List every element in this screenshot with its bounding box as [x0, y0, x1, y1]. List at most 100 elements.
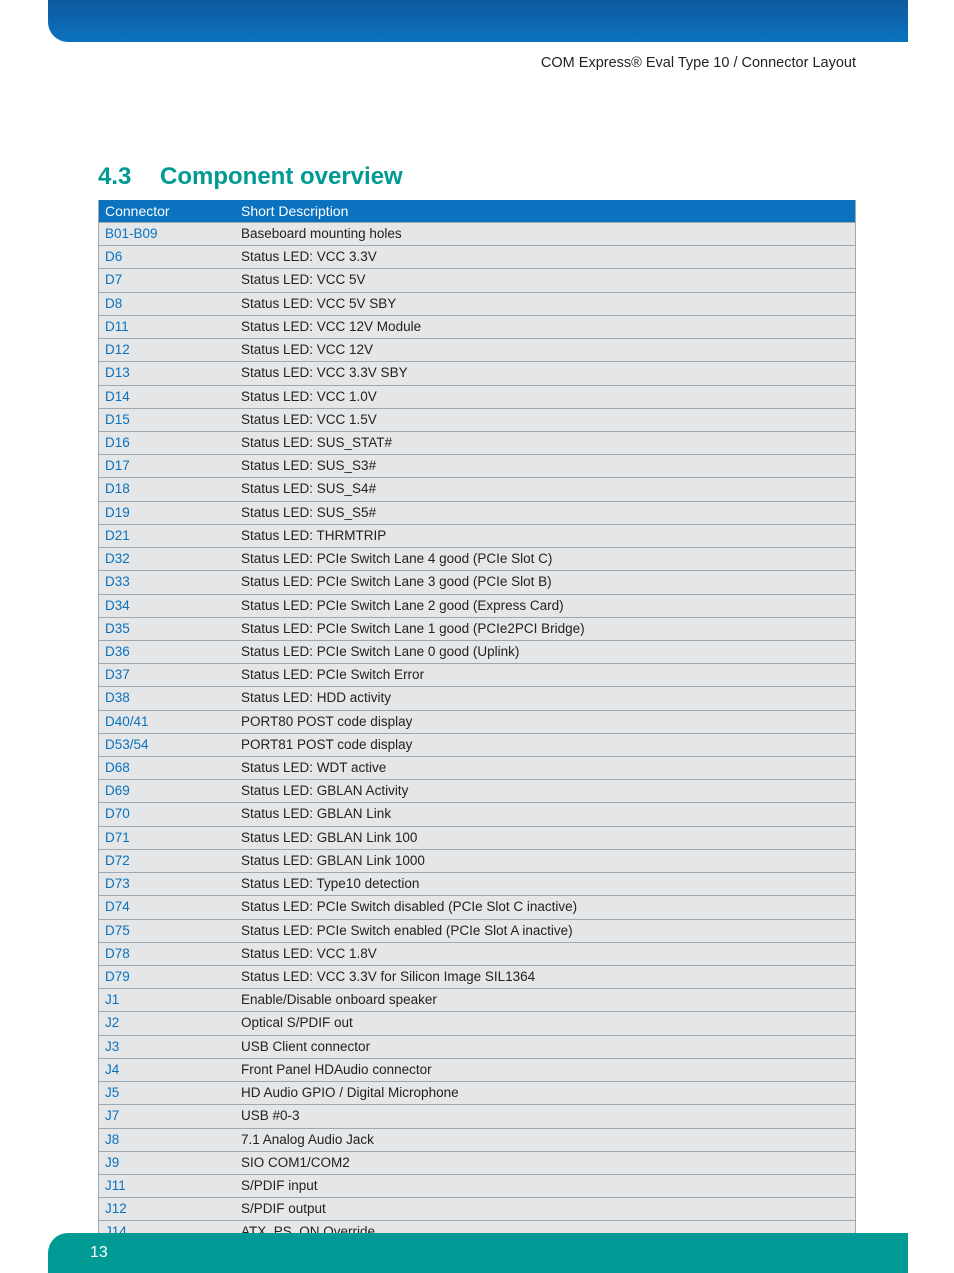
description-cell: Status LED: PCIe Switch Error [235, 664, 855, 687]
footer-bar: 13 [48, 1233, 908, 1273]
table-row: D17Status LED: SUS_S3# [99, 455, 855, 478]
table-row: J5HD Audio GPIO / Digital Microphone [99, 1082, 855, 1105]
description-cell: PORT80 POST code display [235, 710, 855, 733]
description-cell: USB #0-3 [235, 1105, 855, 1128]
table-row: D75Status LED: PCIe Switch enabled (PCIe… [99, 919, 855, 942]
connector-cell: D32 [99, 548, 235, 571]
table-row: D21Status LED: THRMTRIP [99, 524, 855, 547]
connector-cell: D38 [99, 687, 235, 710]
connector-cell: D70 [99, 803, 235, 826]
connector-cell: D73 [99, 873, 235, 896]
connector-cell: J3 [99, 1035, 235, 1058]
table-row: D78Status LED: VCC 1.8V [99, 942, 855, 965]
connector-cell: D36 [99, 640, 235, 663]
table-row: D35Status LED: PCIe Switch Lane 1 good (… [99, 617, 855, 640]
description-cell: Status LED: VCC 3.3V for Silicon Image S… [235, 966, 855, 989]
connector-cell: D35 [99, 617, 235, 640]
table-row: D7Status LED: VCC 5V [99, 269, 855, 292]
table-row: D40/41PORT80 POST code display [99, 710, 855, 733]
connector-cell: D8 [99, 292, 235, 315]
table-row: D8Status LED: VCC 5V SBY [99, 292, 855, 315]
description-cell: USB Client connector [235, 1035, 855, 1058]
table-row: D72Status LED: GBLAN Link 1000 [99, 849, 855, 872]
description-cell: Status LED: PCIe Switch disabled (PCIe S… [235, 896, 855, 919]
connector-cell: D11 [99, 315, 235, 338]
description-cell: Status LED: VCC 5V [235, 269, 855, 292]
connector-cell: J7 [99, 1105, 235, 1128]
connector-cell: D78 [99, 942, 235, 965]
connector-cell: D17 [99, 455, 235, 478]
component-table: Connector Short Description B01-B09Baseb… [98, 200, 856, 1268]
description-cell: Status LED: VCC 5V SBY [235, 292, 855, 315]
table-row: D14Status LED: VCC 1.0V [99, 385, 855, 408]
table-row: D68Status LED: WDT active [99, 757, 855, 780]
description-cell: Status LED: VCC 12V [235, 339, 855, 362]
connector-cell: D72 [99, 849, 235, 872]
description-cell: Status LED: HDD activity [235, 687, 855, 710]
connector-cell: J1 [99, 989, 235, 1012]
section-number: 4.3 [98, 163, 160, 191]
description-cell: Status LED: PCIe Switch Lane 4 good (PCI… [235, 548, 855, 571]
description-cell: 7.1 Analog Audio Jack [235, 1128, 855, 1151]
connector-cell: D34 [99, 594, 235, 617]
connector-cell: D15 [99, 408, 235, 431]
description-cell: Status LED: VCC 3.3V [235, 246, 855, 269]
table-row: D32Status LED: PCIe Switch Lane 4 good (… [99, 548, 855, 571]
connector-cell: D7 [99, 269, 235, 292]
table-row: J2Optical S/PDIF out [99, 1012, 855, 1035]
table-row: J87.1 Analog Audio Jack [99, 1128, 855, 1151]
table-row: D11Status LED: VCC 12V Module [99, 315, 855, 338]
description-cell: Status LED: SUS_S5# [235, 501, 855, 524]
table-row: D79Status LED: VCC 3.3V for Silicon Imag… [99, 966, 855, 989]
description-cell: Status LED: GBLAN Activity [235, 780, 855, 803]
description-cell: Status LED: PCIe Switch enabled (PCIe Sl… [235, 919, 855, 942]
table-row: D73Status LED: Type10 detection [99, 873, 855, 896]
connector-cell: D14 [99, 385, 235, 408]
description-cell: Enable/Disable onboard speaker [235, 989, 855, 1012]
connector-cell: D13 [99, 362, 235, 385]
description-cell: Status LED: PCIe Switch Lane 0 good (Upl… [235, 640, 855, 663]
connector-cell: D21 [99, 524, 235, 547]
table-row: D53/54PORT81 POST code display [99, 733, 855, 756]
description-cell: Status LED: PCIe Switch Lane 2 good (Exp… [235, 594, 855, 617]
description-cell: Status LED: PCIe Switch Lane 1 good (PCI… [235, 617, 855, 640]
page-number: 13 [90, 1244, 108, 1262]
description-cell: Status LED: THRMTRIP [235, 524, 855, 547]
table-row: D13Status LED: VCC 3.3V SBY [99, 362, 855, 385]
description-cell: Status LED: SUS_S4# [235, 478, 855, 501]
connector-cell: J5 [99, 1082, 235, 1105]
table-header-connector: Connector [99, 200, 235, 223]
description-cell: HD Audio GPIO / Digital Microphone [235, 1082, 855, 1105]
connector-cell: D75 [99, 919, 235, 942]
table-row: D70Status LED: GBLAN Link [99, 803, 855, 826]
connector-cell: D16 [99, 431, 235, 454]
connector-cell: D74 [99, 896, 235, 919]
connector-cell: D53/54 [99, 733, 235, 756]
table-row: D18Status LED: SUS_S4# [99, 478, 855, 501]
table-header-desc: Short Description [235, 200, 855, 223]
table-row: J3USB Client connector [99, 1035, 855, 1058]
section-heading: 4.3Component overview [98, 163, 403, 191]
description-cell: S/PDIF output [235, 1198, 855, 1221]
description-cell: Status LED: SUS_STAT# [235, 431, 855, 454]
table-row: J11S/PDIF input [99, 1174, 855, 1197]
description-cell: Status LED: PCIe Switch Lane 3 good (PCI… [235, 571, 855, 594]
description-cell: Status LED: Type10 detection [235, 873, 855, 896]
table-row: D36Status LED: PCIe Switch Lane 0 good (… [99, 640, 855, 663]
description-cell: Optical S/PDIF out [235, 1012, 855, 1035]
connector-cell: D37 [99, 664, 235, 687]
table-row: D15Status LED: VCC 1.5V [99, 408, 855, 431]
table-row: D74Status LED: PCIe Switch disabled (PCI… [99, 896, 855, 919]
connector-cell: D79 [99, 966, 235, 989]
table-row: D38Status LED: HDD activity [99, 687, 855, 710]
description-cell: Status LED: SUS_S3# [235, 455, 855, 478]
connector-cell: D33 [99, 571, 235, 594]
table-row: J1Enable/Disable onboard speaker [99, 989, 855, 1012]
table-row: D71Status LED: GBLAN Link 100 [99, 826, 855, 849]
header-subtitle: COM Express® Eval Type 10 / Connector La… [541, 55, 856, 71]
table-row: J9SIO COM1/COM2 [99, 1151, 855, 1174]
table-row: D37Status LED: PCIe Switch Error [99, 664, 855, 687]
connector-cell: B01-B09 [99, 223, 235, 246]
connector-cell: J11 [99, 1174, 235, 1197]
description-cell: Front Panel HDAudio connector [235, 1058, 855, 1081]
